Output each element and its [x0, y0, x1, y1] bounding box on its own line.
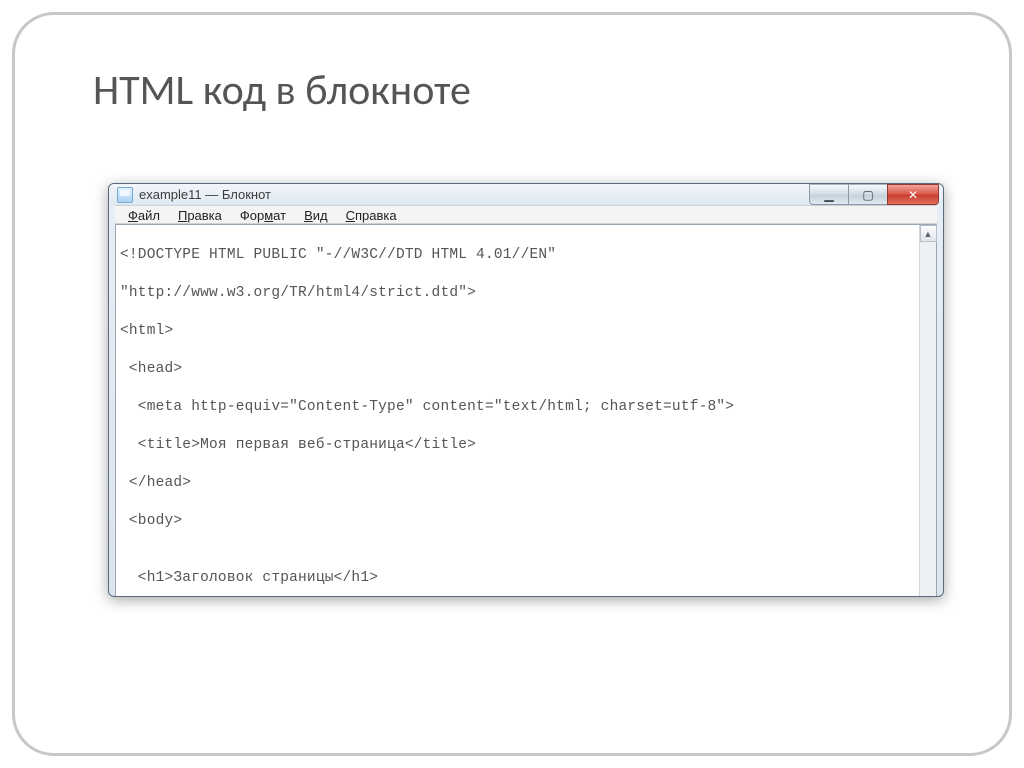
close-icon: ✕	[908, 188, 918, 202]
maximize-button[interactable]: ▢	[848, 184, 888, 205]
code-line: <html>	[120, 322, 932, 341]
menubar: Файл Правка Формат Вид Справка	[115, 205, 937, 224]
scroll-up-button[interactable]: ▲	[920, 225, 937, 242]
code-line: <meta http-equiv="Content-Type" content=…	[120, 398, 932, 417]
minimize-button[interactable]: ▁	[809, 184, 849, 205]
minimize-icon: ▁	[824, 188, 833, 202]
chevron-up-icon: ▲	[924, 229, 933, 239]
window-title: example11 — Блокнот	[139, 187, 271, 202]
window-control-buttons: ▁ ▢ ✕	[810, 184, 939, 205]
notepad-window: example11 — Блокнот ▁ ▢ ✕ Файл Правка Фо…	[108, 183, 944, 597]
slide-frame: HTML код в блокноте example11 — Блокнот …	[12, 12, 1012, 756]
code-line: <!DOCTYPE HTML PUBLIC "-//W3C//DTD HTML …	[120, 246, 932, 265]
vertical-scroll-track[interactable]	[920, 242, 936, 597]
code-line: <body>	[120, 512, 932, 531]
menu-format[interactable]: Формат	[231, 206, 295, 223]
menu-view[interactable]: Вид	[295, 206, 337, 223]
menu-file[interactable]: Файл	[119, 206, 169, 223]
code-line: </head>	[120, 474, 932, 493]
notepad-app-icon	[117, 187, 133, 203]
code-line: <title>Моя первая веб-страница</title>	[120, 436, 932, 455]
close-button[interactable]: ✕	[887, 184, 939, 205]
vertical-scrollbar[interactable]: ▲ ▼	[919, 225, 936, 597]
client-area: <!DOCTYPE HTML PUBLIC "-//W3C//DTD HTML …	[115, 224, 937, 597]
code-line: "http://www.w3.org/TR/html4/strict.dtd">	[120, 284, 932, 303]
maximize-icon: ▢	[862, 188, 873, 202]
menu-help[interactable]: Справка	[337, 206, 406, 223]
text-area[interactable]: <!DOCTYPE HTML PUBLIC "-//W3C//DTD HTML …	[116, 225, 936, 597]
code-line: <h1>Заголовок страницы</h1>	[120, 569, 932, 588]
slide-title: HTML код в блокноте	[93, 65, 471, 116]
menu-edit[interactable]: Правка	[169, 206, 231, 223]
code-line: <head>	[120, 360, 932, 379]
titlebar[interactable]: example11 — Блокнот ▁ ▢ ✕	[109, 184, 943, 205]
